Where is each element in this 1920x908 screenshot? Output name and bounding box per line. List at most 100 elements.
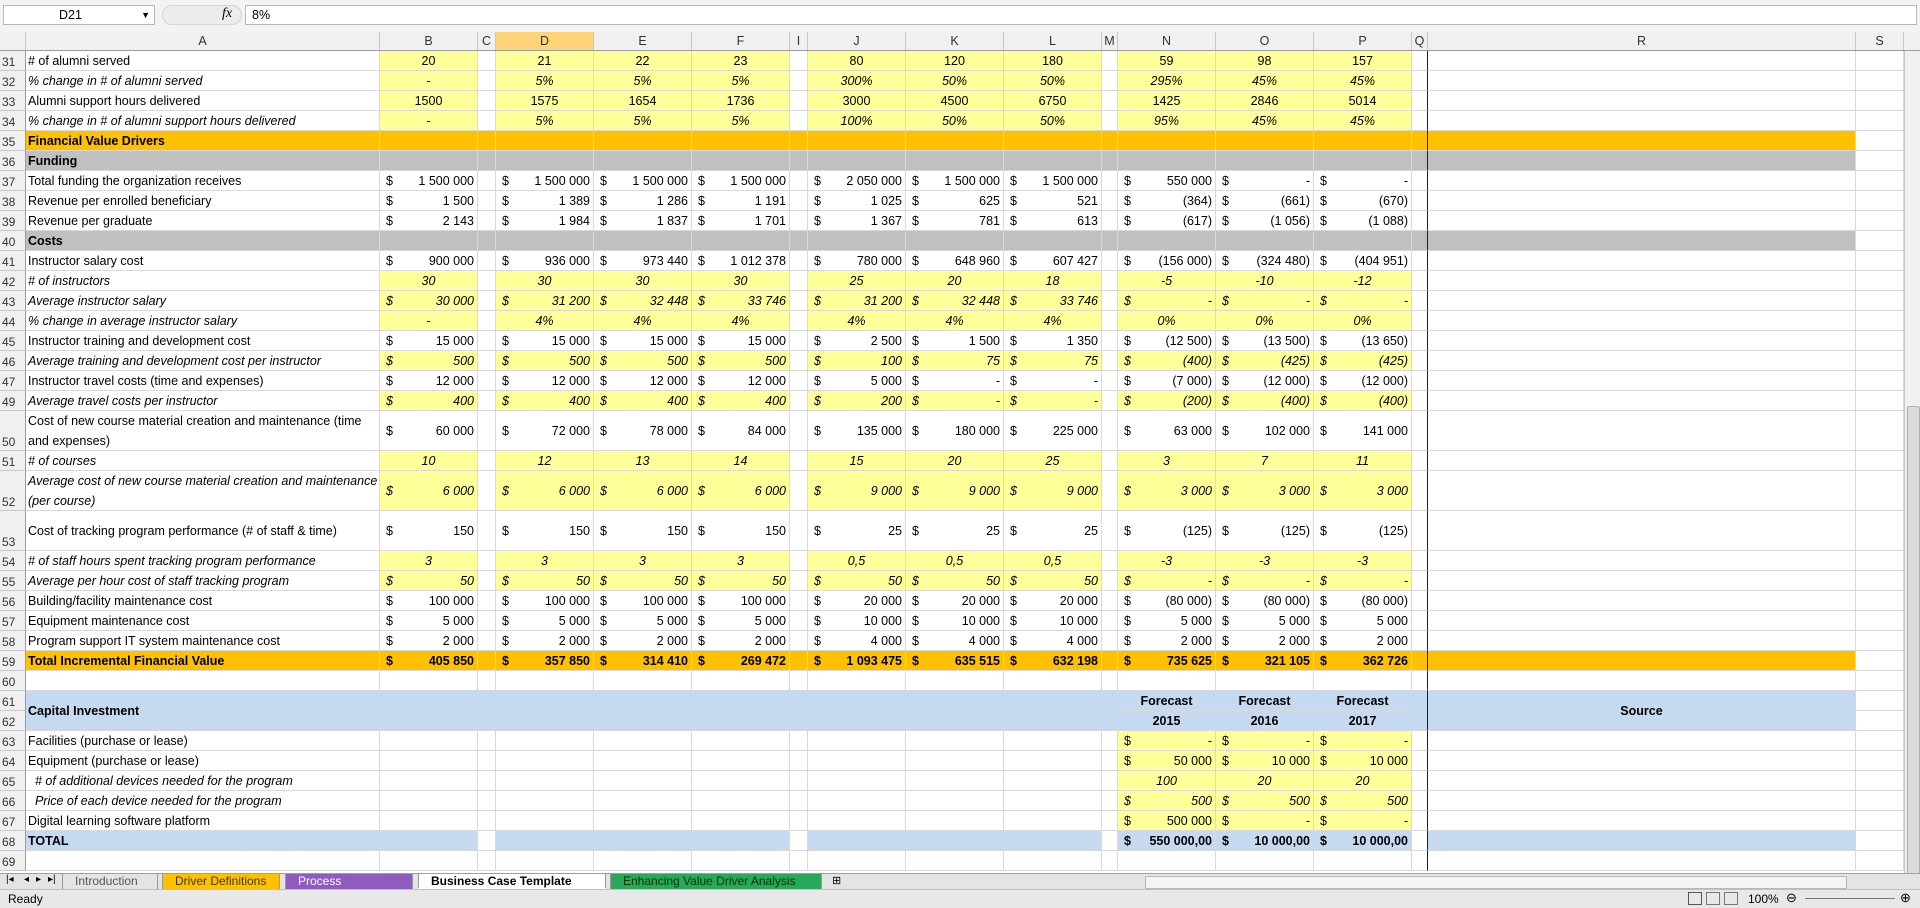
cell-l41[interactable]: $607 427	[1004, 251, 1102, 271]
cell-r32[interactable]	[1428, 71, 1856, 91]
cell-d43[interactable]: $31 200	[496, 291, 594, 311]
cell-l58[interactable]: $4 000	[1004, 631, 1102, 651]
cell-b51[interactable]: 10	[380, 451, 478, 471]
cell-k54[interactable]: 0,5	[906, 551, 1004, 571]
cell-f42[interactable]: 30	[692, 271, 790, 291]
cell-k38[interactable]: $625	[906, 191, 1004, 211]
cell-f38[interactable]: $1 191	[692, 191, 790, 211]
cell-f36[interactable]	[692, 151, 790, 171]
cell-n63[interactable]: $ -	[1118, 731, 1216, 751]
cell-c31[interactable]	[478, 51, 496, 71]
cell-b69[interactable]	[380, 851, 478, 871]
cell-q55[interactable]	[1412, 571, 1428, 591]
column-header-c[interactable]: C	[478, 32, 496, 50]
cell-i63[interactable]	[790, 731, 808, 751]
normal-view-icon[interactable]	[1688, 892, 1702, 905]
cell-q42[interactable]	[1412, 271, 1428, 291]
cell-n41[interactable]: $ (156 000)	[1118, 251, 1216, 271]
row-header-49[interactable]: 49	[0, 391, 26, 411]
cell-p36[interactable]	[1314, 151, 1412, 171]
cell-p46[interactable]: $ (425)	[1314, 351, 1412, 371]
cell-o50[interactable]: $102 000	[1216, 411, 1314, 451]
sheet-tab-5[interactable]: Enhancing Value Driver Analysis	[610, 874, 822, 889]
cell-c44[interactable]	[478, 311, 496, 331]
cell-p55[interactable]: $ -	[1314, 571, 1412, 591]
cell-p58[interactable]: $2 000	[1314, 631, 1412, 651]
cell-l68[interactable]	[1004, 831, 1102, 851]
cell-n35[interactable]	[1118, 131, 1216, 151]
cell-b40[interactable]	[380, 231, 478, 251]
row-header-34[interactable]: 34	[0, 111, 26, 131]
cell-e47[interactable]: $12 000	[594, 371, 692, 391]
cell-o49[interactable]: $ (400)	[1216, 391, 1314, 411]
cell-k58[interactable]: $4 000	[906, 631, 1004, 651]
cell-c54[interactable]	[478, 551, 496, 571]
cell-s54[interactable]	[1856, 551, 1904, 571]
row-label[interactable]: Building/facility maintenance cost	[26, 591, 380, 611]
cell-s56[interactable]	[1856, 591, 1904, 611]
cell-q54[interactable]	[1412, 551, 1428, 571]
cell-q39[interactable]	[1412, 211, 1428, 231]
cell-f63[interactable]	[692, 731, 790, 751]
cell-n55[interactable]: $ -	[1118, 571, 1216, 591]
cell-i60[interactable]	[790, 671, 808, 691]
cell-k60[interactable]	[906, 671, 1004, 691]
cell-m33[interactable]	[1102, 91, 1118, 111]
cell-e42[interactable]: 30	[594, 271, 692, 291]
cell-o67[interactable]: $ -	[1216, 811, 1314, 831]
cell-d68[interactable]	[496, 831, 594, 851]
cell-i52[interactable]	[790, 471, 808, 511]
cell-m58[interactable]	[1102, 631, 1118, 651]
cell-n64[interactable]: $50 000	[1118, 751, 1216, 771]
cell-r67[interactable]	[1428, 811, 1856, 831]
cell-e63[interactable]	[594, 731, 692, 751]
cell-i35[interactable]	[790, 131, 808, 151]
cell-c55[interactable]	[478, 571, 496, 591]
cell-e45[interactable]: $15 000	[594, 331, 692, 351]
cell-l67[interactable]	[1004, 811, 1102, 831]
row-header-63[interactable]: 63	[0, 731, 26, 751]
cell-k63[interactable]	[906, 731, 1004, 751]
cell-o60[interactable]	[1216, 671, 1314, 691]
cell-p69[interactable]	[1314, 851, 1412, 871]
cell-r35[interactable]	[1428, 131, 1856, 151]
cell-j43[interactable]: $31 200	[808, 291, 906, 311]
cell-l43[interactable]: $33 746	[1004, 291, 1102, 311]
column-header-l[interactable]: L	[1004, 32, 1102, 50]
cell-j57[interactable]: $10 000	[808, 611, 906, 631]
row-header-38[interactable]: 38	[0, 191, 26, 211]
row-label[interactable]: # of courses	[26, 451, 380, 471]
cell-s61[interactable]	[1856, 691, 1904, 711]
cell-s65[interactable]	[1856, 771, 1904, 791]
cell-b52[interactable]: $6 000	[380, 471, 478, 511]
cell-l53[interactable]: $25	[1004, 511, 1102, 551]
cell-o55[interactable]: $ -	[1216, 571, 1314, 591]
cell-d54[interactable]: 3	[496, 551, 594, 571]
cell-r51[interactable]	[1428, 451, 1856, 471]
cell-q41[interactable]	[1412, 251, 1428, 271]
cell-p40[interactable]	[1314, 231, 1412, 251]
cell-b39[interactable]: $2 143	[380, 211, 478, 231]
cell-n59[interactable]: $735 625	[1118, 651, 1216, 671]
cell-p34[interactable]: 45%	[1314, 111, 1412, 131]
row-header-45[interactable]: 45	[0, 331, 26, 351]
row-label[interactable]: # of staff hours spent tracking program …	[26, 551, 380, 571]
cell-q47[interactable]	[1412, 371, 1428, 391]
cell-k59[interactable]: $635 515	[906, 651, 1004, 671]
cell-k66[interactable]	[906, 791, 1004, 811]
cell-d60[interactable]	[496, 671, 594, 691]
cell-b56[interactable]: $100 000	[380, 591, 478, 611]
cell-k55[interactable]: $50	[906, 571, 1004, 591]
cell-o56[interactable]: $ (80 000)	[1216, 591, 1314, 611]
cell-r41[interactable]	[1428, 251, 1856, 271]
cell-i50[interactable]	[790, 411, 808, 451]
cell-k47[interactable]: $ -	[906, 371, 1004, 391]
cell-e33[interactable]: 1654	[594, 91, 692, 111]
cell-j68[interactable]	[808, 831, 906, 851]
cell-l31[interactable]: 180	[1004, 51, 1102, 71]
cell-j67[interactable]	[808, 811, 906, 831]
row-label[interactable]: Digital learning software platform	[26, 811, 380, 831]
cell-n49[interactable]: $ (200)	[1118, 391, 1216, 411]
cell-l35[interactable]	[1004, 131, 1102, 151]
cell-f53[interactable]: $150	[692, 511, 790, 551]
